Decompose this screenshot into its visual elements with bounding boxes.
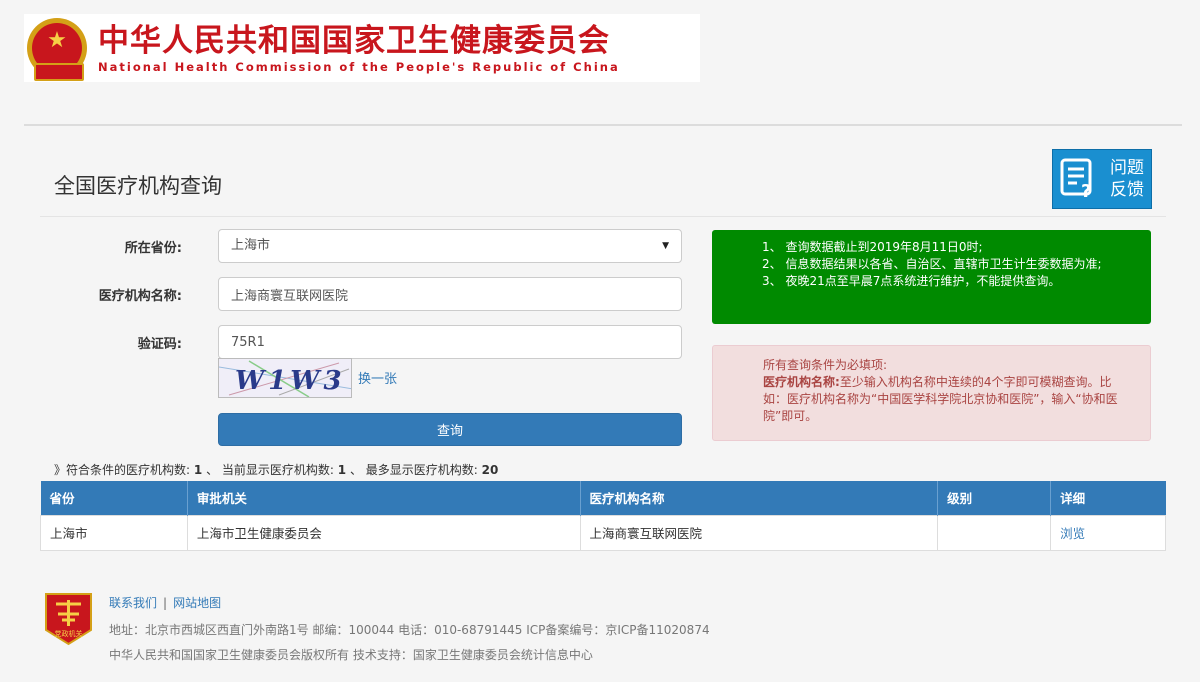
svg-text:?: ? [1081, 181, 1091, 201]
province-select-value: 上海市 [231, 238, 271, 253]
view-detail-link[interactable]: 浏览 [1060, 526, 1085, 541]
captcha-input[interactable] [218, 325, 682, 359]
feedback-label: 问题反馈 [1110, 158, 1144, 200]
cell-level [937, 514, 1052, 551]
notice-required-title: 所有查询条件为必填项: [763, 358, 888, 372]
result-current-label: 、 当前显示医疗机构数: [206, 463, 334, 477]
column-header-authority: 审批机关 [187, 481, 581, 515]
sitemap-link[interactable]: 网站地图 [173, 596, 221, 610]
feedback-button[interactable]: ? 问题反馈 [1052, 149, 1152, 209]
captcha-refresh-link[interactable]: 换一张 [358, 368, 397, 387]
notice-info-line: 1、 查询数据截止到2019年8月11日0时; [762, 240, 983, 254]
feedback-icon: ? [1060, 158, 1092, 201]
notice-info-line: 3、 夜晚21点至早晨7点系统进行维护，不能提供查询。 [762, 274, 1061, 288]
captcha-text: W1W3 [235, 366, 346, 396]
notice-required: 所有查询条件为必填项: 医疗机构名称:至少输入机构名称中连续的4个字即可模糊查询… [712, 345, 1151, 441]
site-title: 中华人民共和国国家卫生健康委员会 National Health Commiss… [98, 22, 620, 74]
notice-info-line: 2、 信息数据结果以各省、自治区、直辖市卫生计生委数据为准; [762, 257, 1102, 271]
results-table: 省份 审批机关 医疗机构名称 级别 详细 上海市 上海市卫生健康委员会 上海商寰… [40, 481, 1166, 551]
institution-name-input[interactable] [218, 277, 682, 311]
footer-logo-text: 党政机关 [55, 629, 83, 638]
footer-copyright: 中华人民共和国国家卫生健康委员会版权所有 技术支持：国家卫生健康委员会统计信息中… [109, 648, 593, 662]
captcha-noise-icon: W1W3 [219, 360, 351, 397]
site-header: ★ 中华人民共和国国家卫生健康委员会 National Health Commi… [24, 14, 700, 82]
notice-info: 1、 查询数据截止到2019年8月11日0时; 2、 信息数据结果以各省、自治区… [712, 230, 1151, 324]
search-button[interactable]: 查询 [218, 413, 682, 446]
captcha-label: 验证码: [137, 337, 182, 352]
table-header-row: 省份 审批机关 医疗机构名称 级别 详细 [40, 481, 1166, 515]
notice-required-label: 医疗机构名称: [763, 375, 840, 389]
title-divider [40, 216, 1166, 217]
result-max-count: 20 [481, 463, 499, 477]
footer-links: 联系我们 | 网站地图 [109, 594, 221, 611]
cell-province: 上海市 [40, 514, 188, 551]
column-header-detail: 详细 [1050, 481, 1166, 515]
site-title-en: National Health Commission of the People… [98, 60, 620, 74]
chevron-down-icon: ▼ [662, 241, 669, 251]
cell-authority: 上海市卫生健康委员会 [186, 514, 581, 551]
table-row: 上海市 上海市卫生健康委员会 上海商寰互联网医院 浏览 [40, 514, 1166, 551]
column-header-name: 医疗机构名称 [580, 481, 939, 515]
province-label: 所在省份: [124, 241, 182, 256]
contact-us-link[interactable]: 联系我们 [109, 596, 157, 610]
footer-link-separator: | [163, 596, 168, 610]
party-government-logo-icon: 党政机关 [45, 593, 92, 646]
notice-required-body: 医疗机构名称:至少输入机构名称中连续的4个字即可模糊查询。比如：医疗机构名称为“… [763, 374, 1128, 425]
column-header-level: 级别 [937, 481, 1052, 515]
site-title-cn: 中华人民共和国国家卫生健康委员会 [98, 23, 610, 59]
result-current-count: 1 [337, 463, 347, 477]
footer-address: 地址：北京市西城区西直门外南路1号 邮编：100044 电话：010-68791… [109, 623, 710, 637]
institution-name-label: 医疗机构名称: [98, 289, 182, 304]
province-select[interactable]: 上海市 ▼ [218, 229, 682, 263]
cell-name: 上海商寰互联网医院 [579, 514, 939, 551]
national-emblem-icon: ★ [24, 15, 90, 81]
result-matched-count: 1 [193, 463, 203, 477]
column-header-province: 省份 [40, 481, 188, 515]
cell-detail: 浏览 [1050, 514, 1166, 551]
result-prefix: 》符合条件的医疗机构数: [54, 463, 191, 477]
result-summary: 》符合条件的医疗机构数: 1 、 当前显示医疗机构数: 1 、 最多显示医疗机构… [54, 461, 498, 478]
captcha-image[interactable]: W1W3 [218, 358, 352, 398]
header-divider [24, 124, 1182, 126]
page-title: 全国医疗机构查询 [54, 174, 222, 198]
result-max-label: 、 最多显示医疗机构数: [349, 463, 478, 477]
